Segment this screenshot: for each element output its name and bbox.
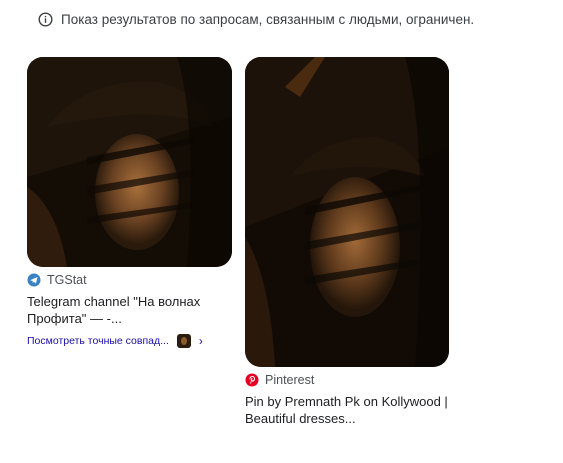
restricted-results-notice: Показ результатов по запросам, связанным… [38,12,474,27]
result-card-tgstat[interactable]: TGStat Telegram channel "На волнах Профи… [27,57,237,348]
info-icon [38,12,53,27]
result-source[interactable]: Pinterest [245,373,455,387]
result-source[interactable]: TGStat [27,273,237,287]
result-title[interactable]: Pin by Premnath Pk on Kollywood | Beauti… [245,393,450,427]
chevron-right-icon[interactable]: › [199,334,203,348]
pinterest-icon [245,373,259,387]
result-card-pinterest[interactable]: Pinterest Pin by Premnath Pk on Kollywoo… [245,57,455,427]
result-title[interactable]: Telegram channel "На волнах Профита" — -… [27,293,232,327]
source-name: Pinterest [265,373,315,387]
source-name: TGStat [47,273,87,287]
result-image[interactable] [27,57,232,267]
match-thumbnail[interactable] [176,334,191,348]
result-image[interactable] [245,57,449,367]
exact-matches-label[interactable]: Посмотреть точные совпад... [27,335,169,347]
notice-text: Показ результатов по запросам, связанным… [61,12,475,27]
exact-matches-link[interactable]: Посмотреть точные совпад... › [27,334,237,348]
tgstat-icon [27,273,41,287]
